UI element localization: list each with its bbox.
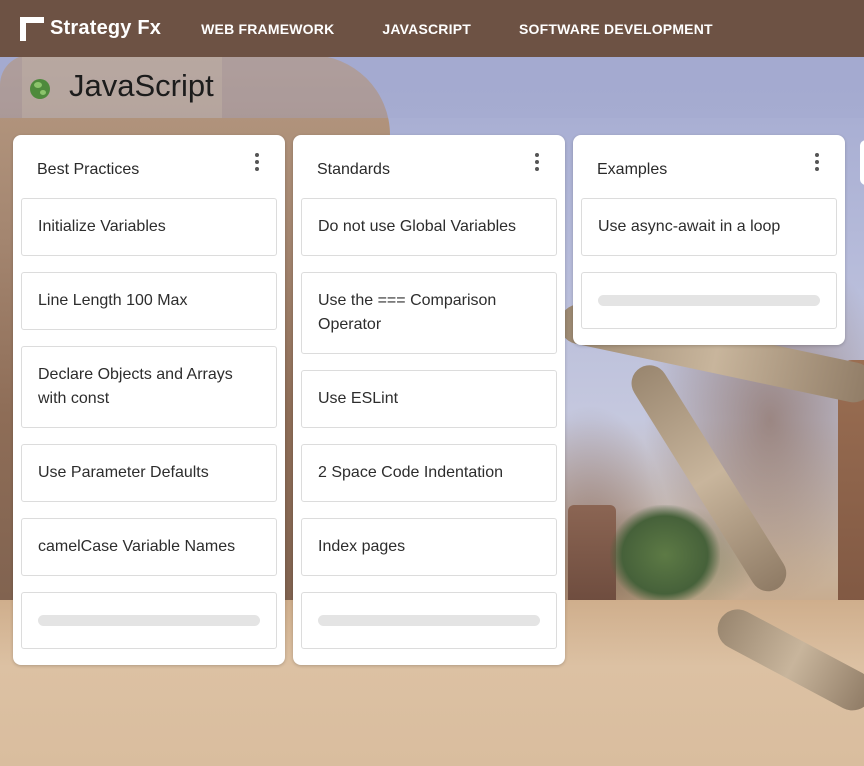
list-card[interactable]: Declare Objects and Arrays with const: [21, 346, 277, 428]
add-card-placeholder[interactable]: [301, 592, 557, 649]
more-vertical-icon[interactable]: [529, 153, 545, 173]
list-card[interactable]: 2 Space Code Indentation: [301, 444, 557, 502]
list-standards: Standards Do not use Global Variables Us…: [293, 135, 565, 665]
list-card[interactable]: Line Length 100 Max: [21, 272, 277, 330]
more-vertical-icon[interactable]: [809, 153, 825, 173]
list-header: Best Practices: [13, 135, 285, 198]
globe-icon: [30, 79, 50, 99]
placeholder-bar: [598, 295, 820, 306]
list-card[interactable]: Index pages: [301, 518, 557, 576]
list-title: Best Practices: [37, 161, 140, 178]
brand-name: Strategy Fx: [50, 17, 162, 39]
list-title: Examples: [597, 161, 668, 178]
list-best-practices: Best Practices Initialize Variables Line…: [13, 135, 285, 665]
list-card[interactable]: Use ESLint: [301, 370, 557, 428]
list-card[interactable]: camelCase Variable Names: [21, 518, 277, 576]
list-card[interactable]: Initialize Variables: [21, 198, 277, 256]
list-card[interactable]: Use the === Comparison Operator: [301, 272, 557, 354]
top-navigation-bar: Strategy Fx WEB FRAMEWORK JAVASCRIPT SOF…: [0, 0, 864, 57]
next-list-edge[interactable]: [860, 140, 864, 185]
list-card[interactable]: Do not use Global Variables: [301, 198, 557, 256]
placeholder-bar: [38, 615, 260, 626]
page: Strategy Fx WEB FRAMEWORK JAVASCRIPT SOF…: [0, 0, 864, 766]
list-title: Standards: [317, 161, 390, 178]
background-butte: [568, 505, 616, 600]
more-vertical-icon[interactable]: [249, 153, 265, 173]
brand-logo-icon: [20, 16, 44, 41]
list-card[interactable]: Use async-await in a loop: [581, 198, 837, 256]
list-card[interactable]: Use Parameter Defaults: [21, 444, 277, 502]
nav-link-software-development[interactable]: SOFTWARE DEVELOPMENT: [519, 21, 713, 37]
add-card-placeholder[interactable]: [21, 592, 277, 649]
list-header: Examples: [573, 135, 845, 198]
brand[interactable]: Strategy Fx: [20, 16, 162, 41]
board-title: JavaScript: [69, 68, 214, 103]
add-card-placeholder[interactable]: [581, 272, 837, 329]
placeholder-bar: [318, 615, 540, 626]
nav-link-web-framework[interactable]: WEB FRAMEWORK: [201, 21, 334, 37]
nav-link-javascript[interactable]: JAVASCRIPT: [382, 21, 471, 37]
background-tree: [610, 505, 720, 605]
list-examples: Examples Use async-await in a loop: [573, 135, 845, 345]
list-header: Standards: [293, 135, 565, 198]
